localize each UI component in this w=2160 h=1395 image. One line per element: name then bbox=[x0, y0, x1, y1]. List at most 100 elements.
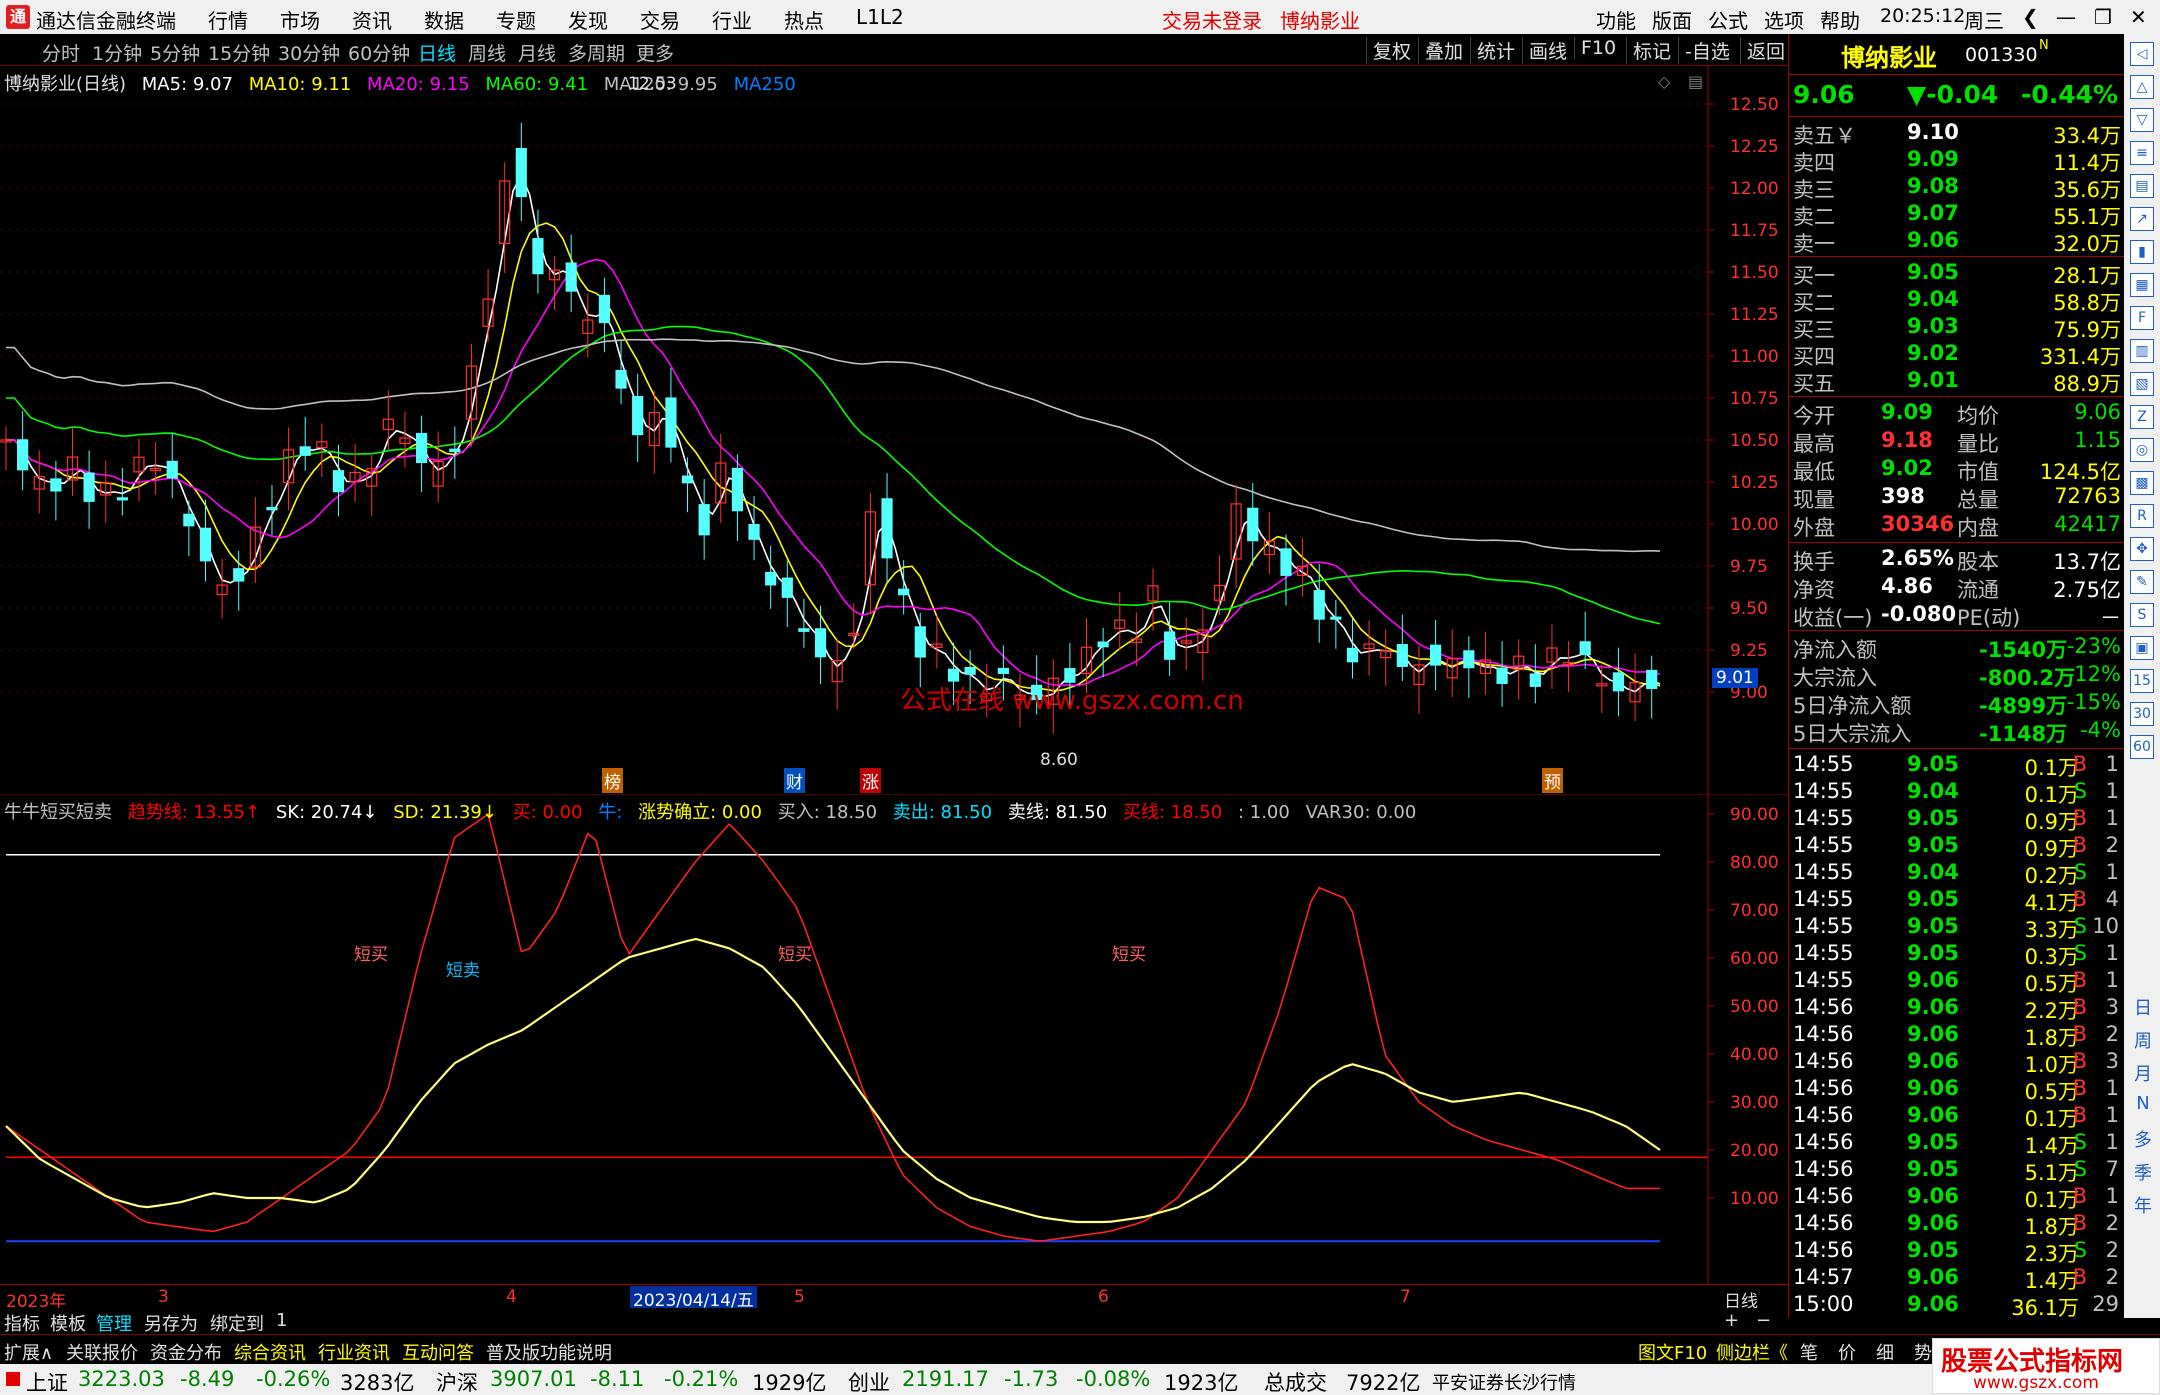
trade-login-warning[interactable]: 交易未登录 bbox=[1162, 5, 1262, 34]
stat-row[interactable]: 最低 9.02 市值 124.5亿 bbox=[1789, 456, 2125, 484]
period-monthly[interactable]: 月线 bbox=[518, 39, 556, 66]
tick-row[interactable]: 14:56 9.06 0.1万 B 1 bbox=[1789, 1184, 2125, 1212]
tick-row[interactable]: 14:56 9.06 1.8万 B 2 bbox=[1789, 1211, 2125, 1239]
close-icon[interactable]: ✕ bbox=[2130, 5, 2147, 29]
cy-index-name[interactable]: 创业 bbox=[848, 1367, 890, 1395]
circle-icon[interactable]: ◎ bbox=[2130, 438, 2154, 462]
menu-item-quote[interactable]: 行情 bbox=[208, 5, 248, 34]
menu-item-data[interactable]: 数据 bbox=[424, 5, 464, 34]
period-more[interactable]: 更多 bbox=[636, 39, 674, 66]
stat-row[interactable]: 现量 398 总量 72763 bbox=[1789, 484, 2125, 512]
tab-template[interactable]: 模板 bbox=[50, 1310, 86, 1336]
arrow-left-icon[interactable]: ◁ bbox=[2130, 42, 2154, 66]
status-tab-qa[interactable]: 互动问答 bbox=[402, 1339, 474, 1365]
restore-icon[interactable]: ❐ bbox=[2094, 5, 2112, 29]
period-30min[interactable]: 30分钟 bbox=[278, 39, 340, 66]
status-trend[interactable]: 势 bbox=[1914, 1339, 1932, 1365]
tick-row[interactable]: 14:57 9.06 1.4万 B 2 bbox=[1789, 1265, 2125, 1293]
tick-row[interactable]: 14:56 9.05 5.1万 S 7 bbox=[1789, 1157, 2125, 1185]
book-icon[interactable]: ▧ bbox=[2130, 372, 2154, 396]
indicator-name[interactable]: 牛牛短买短卖 bbox=[4, 802, 112, 823]
mark-finance[interactable]: 财 bbox=[784, 768, 805, 793]
ask-row[interactable]: 卖二 9.07 55.1万 bbox=[1789, 201, 2125, 229]
status-sidebar[interactable]: 侧边栏《 bbox=[1716, 1339, 1788, 1365]
rsi-icon[interactable]: R bbox=[2130, 504, 2154, 528]
mark-rank[interactable]: 榜 bbox=[602, 768, 623, 793]
menu-item-trade[interactable]: 交易 bbox=[640, 5, 680, 34]
ask-row[interactable]: 卖五￥ 9.10 33.4万 bbox=[1789, 120, 2125, 148]
period-weekly[interactable]: 周线 bbox=[468, 39, 506, 66]
move-icon[interactable]: ✥ bbox=[2130, 537, 2154, 561]
bid-row[interactable]: 买一 9.05 28.1万 bbox=[1789, 260, 2125, 288]
sidebar-period-0[interactable]: 日 bbox=[2132, 994, 2154, 1020]
overlay-button[interactable]: 叠加 bbox=[1418, 37, 1463, 64]
sidebar-period-4[interactable]: 多 bbox=[2132, 1126, 2154, 1152]
menu-item-discover[interactable]: 发现 bbox=[568, 5, 608, 34]
arrow-down-icon[interactable]: ▽ bbox=[2130, 108, 2154, 132]
tick-row[interactable]: 14:56 9.06 1.0万 B 3 bbox=[1789, 1049, 2125, 1077]
menu-item-help[interactable]: 帮助 bbox=[1820, 5, 1860, 34]
status-price[interactable]: 价 bbox=[1838, 1339, 1856, 1365]
tick-row[interactable]: 15:00 9.06 36.1万 29 bbox=[1789, 1292, 2125, 1320]
hs-index-name[interactable]: 沪深 bbox=[436, 1367, 478, 1395]
status-tab-expand[interactable]: 扩展∧ bbox=[4, 1339, 53, 1365]
pen-icon[interactable]: ✎ bbox=[2130, 570, 2154, 594]
line-chart-icon[interactable]: ↗ bbox=[2130, 207, 2154, 231]
status-tab-fund[interactable]: 资金分布 bbox=[150, 1339, 222, 1365]
tick-row[interactable]: 14:55 9.04 0.1万 S 1 bbox=[1789, 779, 2125, 807]
sidebar-period-3[interactable]: N bbox=[2132, 1093, 2154, 1114]
flow-row[interactable]: 净流入额 -1540万 -23% bbox=[1789, 634, 2125, 662]
indicator-panel[interactable]: 90.00 80.00 70.00 60.00 50.00 40.00 30.00 20.00… bbox=[0, 794, 1788, 1284]
arrow-up-icon[interactable]: △ bbox=[2130, 75, 2154, 99]
mark-limit-up[interactable]: 涨 bbox=[860, 768, 881, 793]
sidebar-period-1[interactable]: 周 bbox=[2132, 1027, 2154, 1053]
tick-row[interactable]: 14:56 9.06 0.5万 B 1 bbox=[1789, 1076, 2125, 1104]
tick-row[interactable]: 14:55 9.06 0.5万 B 1 bbox=[1789, 968, 2125, 996]
period-timeshare[interactable]: 分时 bbox=[42, 39, 80, 66]
menu-item-hot[interactable]: 热点 bbox=[784, 5, 824, 34]
menu-item-options[interactable]: 选项 bbox=[1764, 5, 1804, 34]
tick-row[interactable]: 14:56 9.06 1.8万 B 2 bbox=[1789, 1022, 2125, 1050]
minimize-icon[interactable]: — bbox=[2056, 5, 2076, 29]
status-tab-related[interactable]: 关联报价 bbox=[66, 1339, 138, 1365]
kline-chart[interactable]: 12.50 12.25 12.00 11.75 11.50 11.25 11.00 10.75… bbox=[0, 66, 1788, 794]
tick-row[interactable]: 14:55 9.05 0.9万 B 1 bbox=[1789, 806, 2125, 834]
tick-row[interactable]: 14:56 9.06 0.1万 B 1 bbox=[1789, 1103, 2125, 1131]
grid-icon[interactable]: ▥ bbox=[2130, 339, 2154, 363]
tick-row[interactable]: 14:55 9.05 0.9万 B 2 bbox=[1789, 833, 2125, 861]
menu-item-topic[interactable]: 专题 bbox=[496, 5, 536, 34]
panel-icon[interactable]: ▤ bbox=[1688, 72, 1703, 91]
stat-row[interactable]: 换手 2.65% 股本 13.7亿 bbox=[1789, 546, 2125, 574]
menu-item-layout[interactable]: 版面 bbox=[1652, 5, 1692, 34]
tick-row[interactable]: 14:56 9.05 1.4万 S 1 bbox=[1789, 1130, 2125, 1158]
tick-row[interactable]: 14:55 9.05 4.1万 B 4 bbox=[1789, 887, 2125, 915]
bid-row[interactable]: 买二 9.04 58.8万 bbox=[1789, 287, 2125, 315]
list-icon[interactable]: ≡ bbox=[2130, 141, 2154, 165]
mark-button[interactable]: 标记 bbox=[1626, 37, 1671, 64]
bid-row[interactable]: 买三 9.03 75.9万 bbox=[1789, 314, 2125, 342]
menu-item-formula[interactable]: 公式 bbox=[1708, 5, 1748, 34]
menu-item-industry[interactable]: 行业 bbox=[712, 5, 752, 34]
period-multi[interactable]: 多周期 bbox=[568, 39, 625, 66]
status-tick[interactable]: 笔 bbox=[1800, 1339, 1818, 1365]
tab-number[interactable]: 1 bbox=[276, 1310, 287, 1331]
tab-save-as[interactable]: 另存为 bbox=[144, 1310, 198, 1336]
tick-row[interactable]: 14:55 9.05 0.1万 B 1 bbox=[1789, 752, 2125, 780]
status-tab-help[interactable]: 普及版功能说明 bbox=[486, 1339, 612, 1365]
flow-row[interactable]: 5日大宗流入 -1148万 -4% bbox=[1789, 718, 2125, 746]
sidebar-period-6[interactable]: 年 bbox=[2132, 1192, 2154, 1218]
sixty-icon[interactable]: 60 bbox=[2130, 735, 2154, 759]
status-tab-news[interactable]: 综合资讯 bbox=[234, 1339, 306, 1365]
flow-row[interactable]: 大宗流入 -800.2万 -12% bbox=[1789, 662, 2125, 690]
period-1min[interactable]: 1分钟 bbox=[92, 39, 142, 66]
chart-icon[interactable]: ▩ bbox=[2130, 471, 2154, 495]
fifteen-icon[interactable]: 15 bbox=[2130, 669, 2154, 693]
f10-button[interactable]: F10 bbox=[1574, 37, 1616, 59]
ask-row[interactable]: 卖一 9.06 32.0万 bbox=[1789, 228, 2125, 256]
tick-row[interactable]: 14:56 9.06 2.2万 B 3 bbox=[1789, 995, 2125, 1023]
menu-item-market[interactable]: 市场 bbox=[280, 5, 320, 34]
tick-row[interactable]: 14:56 9.05 2.3万 S 2 bbox=[1789, 1238, 2125, 1266]
fz-icon[interactable]: Z bbox=[2130, 405, 2154, 429]
stat-row[interactable]: 最高 9.18 量比 1.15 bbox=[1789, 428, 2125, 456]
candle-icon[interactable]: ▮ bbox=[2130, 240, 2154, 264]
